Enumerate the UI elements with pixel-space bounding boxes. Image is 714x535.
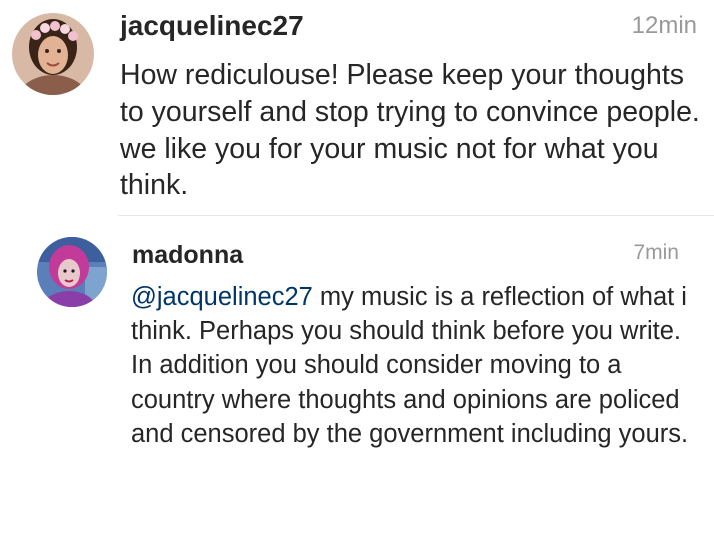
avatar[interactable] <box>37 237 107 307</box>
comment-username[interactable]: madonna <box>132 237 243 273</box>
comment-reply-item: madonna 7min @jacquelinec27 my music is … <box>0 216 714 535</box>
comment-text: @jacquelinec27 my music is a reflection … <box>131 280 691 451</box>
comment-timestamp: 12min <box>631 12 697 39</box>
comment-timestamp: 7min <box>633 241 679 264</box>
profile-photo-icon <box>37 237 107 307</box>
avatar[interactable] <box>12 13 94 95</box>
comment-item: jacquelinec27 12min How rediculouse! Ple… <box>0 0 714 215</box>
comment-username[interactable]: jacquelinec27 <box>120 6 304 46</box>
profile-photo-icon <box>12 13 94 95</box>
mention-link[interactable]: @jacquelinec27 <box>131 283 313 311</box>
comment-text: How rediculouse! Please keep your though… <box>120 59 700 202</box>
